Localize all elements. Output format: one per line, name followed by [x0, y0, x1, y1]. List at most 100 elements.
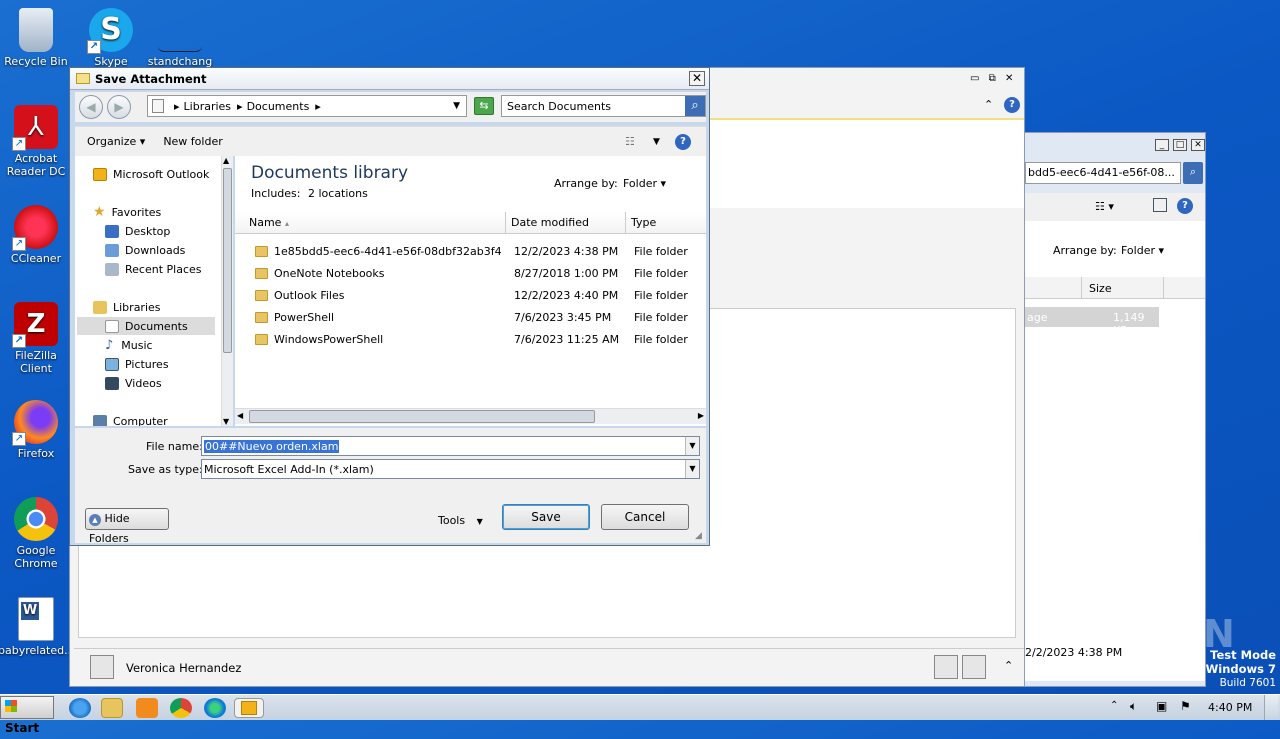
- maximize-button[interactable]: □: [1173, 139, 1187, 151]
- scroll-left-icon[interactable]: ◀: [237, 411, 243, 420]
- address-history-dropdown[interactable]: ▼: [453, 101, 460, 111]
- address-bar[interactable]: bdd5-eec6-4d41-e56f-08...: [1025, 162, 1181, 184]
- action-center-icon[interactable]: ⚑: [1180, 699, 1191, 713]
- column-size[interactable]: Size: [1089, 282, 1112, 295]
- clock[interactable]: 4:40 PM: [1208, 701, 1252, 714]
- organize-menu[interactable]: Organize ▾: [87, 135, 145, 148]
- breadcrumb-documents[interactable]: Documents: [247, 100, 310, 113]
- desktop-icon-label: Recycle Bin: [4, 55, 68, 68]
- column-header-date-modified[interactable]: Date modified: [506, 212, 626, 234]
- views-icon[interactable]: ☷: [625, 135, 635, 148]
- file-explorer-icon[interactable]: [101, 698, 123, 718]
- save-attachment-dialog[interactable]: Save Attachment ✕ ◀ ▶ ▸ Libraries ▸ Docu…: [69, 67, 710, 546]
- desktop-icon-filezilla[interactable]: Z ↗ FileZilla Client: [0, 302, 74, 375]
- desktop-icon-recycle-bin[interactable]: Recycle Bin: [0, 8, 74, 68]
- nav-pane-scrollbar[interactable]: ▲ ▼: [221, 156, 233, 426]
- edge-icon[interactable]: [204, 698, 226, 718]
- desktop-icon-word-doc[interactable]: W babyrelated...: [0, 597, 75, 657]
- back-button[interactable]: ◀: [79, 95, 103, 119]
- nav-item-videos[interactable]: Videos: [105, 374, 162, 392]
- collapse-ribbon-icon[interactable]: ⌃: [984, 98, 993, 111]
- show-desktop-button[interactable]: [1264, 695, 1278, 720]
- minimize-button[interactable]: ▭: [970, 73, 979, 84]
- scroll-down-icon[interactable]: ▼: [223, 417, 229, 426]
- volume-icon[interactable]: 🔈︎: [1130, 699, 1137, 714]
- horizontal-scrollbar[interactable]: ◀ ▶: [235, 408, 706, 424]
- desktop-icon-acrobat[interactable]: ⅄ ↗ Acrobat Reader DC: [0, 105, 74, 178]
- dropdown-arrow-icon[interactable]: ▼: [685, 437, 699, 455]
- minimize-button[interactable]: _: [1155, 139, 1169, 151]
- nav-item-computer[interactable]: Computer: [93, 412, 168, 426]
- scroll-up-icon[interactable]: ▲: [223, 156, 229, 165]
- arrange-by-dropdown[interactable]: Folder ▾: [623, 177, 666, 190]
- nav-item-favorites[interactable]: ★ Favorites: [93, 203, 161, 221]
- save-as-type-select[interactable]: Microsoft Excel Add-In (*.xlam) ▼: [201, 459, 700, 479]
- file-name-input[interactable]: 00##Nuevo orden.xlam ▼: [201, 436, 700, 456]
- column-header-type[interactable]: Type: [626, 212, 706, 234]
- file-row[interactable]: Outlook Files 12/2/2023 4:40 PM File fol…: [235, 284, 706, 306]
- forward-button[interactable]: ▶: [107, 95, 131, 119]
- close-button[interactable]: ✕: [689, 71, 705, 86]
- nav-item-microsoft-outlook[interactable]: Microsoft Outlook: [93, 165, 209, 183]
- nav-item-music[interactable]: ♪ Music: [105, 336, 153, 354]
- internet-explorer-icon[interactable]: [69, 698, 91, 718]
- save-button[interactable]: Save: [502, 504, 590, 530]
- help-icon[interactable]: ?: [1004, 97, 1020, 113]
- search-button[interactable]: ⌕: [1183, 162, 1203, 184]
- library-locations-link[interactable]: 2 locations: [308, 187, 368, 200]
- start-button[interactable]: Start: [0, 696, 54, 735]
- outlook-taskbar-icon[interactable]: [234, 698, 264, 718]
- views-icon[interactable]: ☷ ▾: [1095, 200, 1114, 213]
- expand-people-pane-icon[interactable]: ⌃: [1004, 659, 1013, 672]
- scrollbar-thumb[interactable]: [249, 410, 595, 423]
- views-dropdown-icon[interactable]: ▼: [653, 137, 660, 147]
- desktop-icon-chrome[interactable]: Google Chrome: [0, 497, 74, 570]
- nav-item-pictures[interactable]: Pictures: [105, 355, 169, 373]
- close-button[interactable]: ✕: [1005, 73, 1013, 84]
- arrange-by-dropdown[interactable]: Folder ▾: [1121, 244, 1164, 257]
- desktop-icon-label: CCleaner: [10, 252, 62, 265]
- dropdown-arrow-icon[interactable]: ▼: [685, 460, 699, 478]
- scrollbar-thumb[interactable]: [223, 168, 232, 353]
- desktop-icon-standchang[interactable]: standchang: [142, 8, 218, 68]
- preview-pane-icon[interactable]: [1153, 198, 1167, 212]
- desktop-icon-ccleaner[interactable]: ↗ CCleaner: [0, 205, 74, 265]
- close-button[interactable]: ✕: [1191, 139, 1205, 151]
- taskbar: Start ⌃ 🔈︎ ▣ ⚑ 4:40 PM: [0, 694, 1280, 735]
- maximize-button[interactable]: ⧉: [989, 73, 996, 84]
- resize-grip-icon[interactable]: ◢: [695, 531, 702, 541]
- desktop-icon-skype[interactable]: S ↗ Skype: [73, 8, 149, 68]
- address-bar[interactable]: ▸ Libraries ▸ Documents ▸ ▼: [147, 95, 467, 117]
- nav-item-documents[interactable]: Documents: [77, 317, 215, 335]
- file-date: 12/2/2023 4:40 PM: [514, 288, 619, 302]
- file-row[interactable]: WindowsPowerShell 7/6/2023 11:25 AM File…: [235, 328, 706, 350]
- breadcrumb-libraries[interactable]: Libraries: [184, 100, 232, 113]
- breadcrumb-dropdown-icon[interactable]: ▸: [315, 100, 321, 113]
- desktop-icon-firefox[interactable]: ↗ Firefox: [0, 400, 74, 460]
- selected-row[interactable]: age 1,149 KB: [1025, 307, 1159, 337]
- column-header-name[interactable]: Name ▴: [235, 212, 506, 234]
- file-row[interactable]: 1e85bdd5-eec6-4d41-e56f-08dbf32ab3f4 12/…: [235, 240, 706, 262]
- nav-item-libraries[interactable]: Libraries: [93, 298, 161, 316]
- help-icon[interactable]: ?: [675, 133, 691, 150]
- nav-item-downloads[interactable]: Downloads: [105, 241, 185, 259]
- file-row[interactable]: PowerShell 7/6/2023 3:45 PM File folder: [235, 306, 706, 328]
- hide-folders-button[interactable]: ▲ Hide Folders: [85, 508, 169, 545]
- help-icon[interactable]: ?: [1177, 198, 1193, 214]
- refresh-button[interactable]: ⇆: [474, 97, 494, 115]
- search-input[interactable]: Search Documents ⌕: [501, 95, 706, 117]
- chrome-icon[interactable]: [170, 698, 192, 718]
- background-explorer-window[interactable]: _ □ ✕ bdd5-eec6-4d41-e56f-08... ⌕ ☷ ▾ ? Ar…: [1000, 132, 1206, 687]
- scroll-right-icon[interactable]: ▶: [698, 411, 704, 420]
- file-name-value: 00##Nuevo orden.xlam: [204, 439, 340, 453]
- tools-menu[interactable]: Tools ▼: [438, 514, 483, 527]
- search-icon[interactable]: ⌕: [685, 96, 705, 116]
- nav-item-desktop[interactable]: Desktop: [105, 222, 170, 240]
- show-hidden-icons[interactable]: ⌃: [1110, 700, 1118, 711]
- file-row[interactable]: OneNote Notebooks 8/27/2018 1:00 PM File…: [235, 262, 706, 284]
- network-icon[interactable]: ▣: [1156, 699, 1167, 713]
- nav-item-recent-places[interactable]: Recent Places: [105, 260, 202, 278]
- new-folder-button[interactable]: New folder: [163, 135, 222, 148]
- media-player-icon[interactable]: [136, 698, 158, 718]
- cancel-button[interactable]: Cancel: [601, 504, 689, 530]
